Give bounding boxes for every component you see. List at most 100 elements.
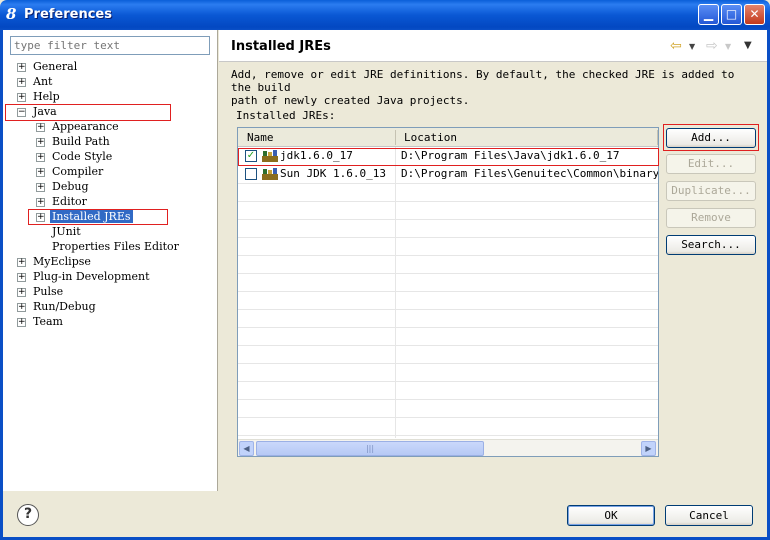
duplicate-button[interactable]: Duplicate... bbox=[666, 181, 756, 201]
row-gridline bbox=[238, 345, 658, 346]
edit-button-label: Edit... bbox=[687, 157, 735, 170]
tree-item-label: Build Path bbox=[52, 135, 110, 148]
expand-icon[interactable]: + bbox=[17, 258, 26, 267]
maximize-icon: □ bbox=[725, 7, 738, 21]
expand-icon[interactable]: + bbox=[17, 318, 26, 327]
row-gridline bbox=[238, 309, 658, 310]
expand-icon[interactable]: + bbox=[17, 63, 26, 72]
app-icon: 8 bbox=[6, 5, 17, 23]
jre-name: Sun JDK 1.6.0_13 bbox=[280, 167, 386, 180]
row-gridline bbox=[238, 237, 658, 238]
back-arrow-icon[interactable]: ⇦ bbox=[670, 38, 682, 54]
scroll-right-icon[interactable]: ▶ bbox=[641, 441, 656, 456]
expand-icon[interactable]: + bbox=[17, 273, 26, 282]
page-title: Installed JREs bbox=[231, 39, 331, 54]
tree-item-label: General bbox=[33, 60, 78, 73]
table-header: Name Location bbox=[238, 128, 658, 147]
window-title: Preferences bbox=[24, 7, 112, 22]
row-gridline bbox=[238, 399, 658, 400]
preferences-tree-pane: + General + Ant + Help − Java + Appearan… bbox=[3, 30, 218, 491]
back-dropdown-icon[interactable]: ▼ bbox=[689, 42, 695, 51]
tree-item-label: Ant bbox=[33, 75, 53, 88]
page-description: Add, remove or edit JRE definitions. By … bbox=[231, 68, 759, 107]
highlight-box-jdk-row bbox=[238, 148, 659, 166]
row-gridline bbox=[238, 183, 658, 184]
highlight-box-add bbox=[663, 124, 759, 151]
expand-icon[interactable]: + bbox=[17, 78, 26, 87]
expand-icon[interactable]: + bbox=[36, 168, 45, 177]
scroll-left-icon[interactable]: ◀ bbox=[239, 441, 254, 456]
forward-arrow-icon[interactable]: ⇨ bbox=[706, 38, 718, 54]
jre-library-icon bbox=[262, 168, 278, 180]
tree-item-label: Help bbox=[33, 90, 60, 103]
installed-jres-label: Installed JREs: bbox=[236, 109, 336, 122]
installed-jres-table[interactable]: Name Location ✓ jdk1.6.0_17 D:\Program F… bbox=[237, 127, 659, 457]
help-icon[interactable]: ? bbox=[17, 504, 39, 526]
expand-icon[interactable]: + bbox=[17, 93, 26, 102]
cancel-button-label: Cancel bbox=[689, 509, 729, 522]
close-button[interactable]: ✕ bbox=[744, 4, 765, 25]
expand-icon[interactable]: + bbox=[17, 288, 26, 297]
title-bar[interactable]: 8 Preferences ▁ □ ✕ bbox=[0, 0, 770, 30]
row-gridline bbox=[238, 327, 658, 328]
description-line: path of newly created Java projects. bbox=[231, 94, 470, 107]
column-header-name[interactable]: Name bbox=[247, 131, 274, 144]
row-gridline bbox=[238, 291, 658, 292]
expand-icon[interactable]: + bbox=[36, 153, 45, 162]
close-icon: ✕ bbox=[749, 7, 760, 21]
page-header: Installed JREs ⇦ ▼ ⇨ ▼ ▼ bbox=[219, 30, 767, 62]
view-menu-icon[interactable]: ▼ bbox=[744, 40, 752, 51]
edit-button[interactable]: Edit... bbox=[666, 154, 756, 174]
tree-item-label: MyEclipse bbox=[33, 255, 91, 268]
jre-location: D:\Program Files\Genuitec\Common\binary\… bbox=[401, 167, 659, 180]
duplicate-button-label: Duplicate... bbox=[671, 184, 751, 197]
tree-item-label: Compiler bbox=[52, 165, 104, 178]
description-line: Add, remove or edit JRE definitions. By … bbox=[231, 68, 735, 94]
expand-icon[interactable]: + bbox=[36, 183, 45, 192]
table-row[interactable]: Sun JDK 1.6.0_13 D:\Program Files\Genuit… bbox=[238, 165, 658, 183]
tree-item-label: Editor bbox=[52, 195, 87, 208]
minimize-button[interactable]: ▁ bbox=[698, 4, 719, 25]
forward-dropdown-icon[interactable]: ▼ bbox=[725, 42, 731, 51]
tree-item-label: JUnit bbox=[52, 225, 81, 238]
ok-button[interactable]: OK bbox=[567, 505, 655, 526]
row-gridline bbox=[238, 219, 658, 220]
minimize-icon: ▁ bbox=[703, 7, 714, 21]
cancel-button[interactable]: Cancel bbox=[665, 505, 753, 526]
horizontal-scrollbar[interactable]: ◀ ||| ▶ bbox=[238, 439, 658, 456]
row-gridline bbox=[238, 201, 658, 202]
jre-checkbox[interactable] bbox=[245, 168, 257, 180]
tree-item-label: Properties Files Editor bbox=[52, 240, 179, 253]
scroll-thumb[interactable]: ||| bbox=[256, 441, 484, 456]
tree-item-label: Debug bbox=[52, 180, 89, 193]
tree-item-label: Run/Debug bbox=[33, 300, 96, 313]
expand-icon[interactable]: + bbox=[36, 138, 45, 147]
row-gridline bbox=[238, 273, 658, 274]
tree-item-label: Code Style bbox=[52, 150, 113, 163]
tree-item-label: Pulse bbox=[33, 285, 64, 298]
row-gridline bbox=[238, 363, 658, 364]
row-gridline bbox=[238, 417, 658, 418]
search-button-label: Search... bbox=[681, 238, 741, 251]
expand-icon[interactable]: + bbox=[17, 303, 26, 312]
column-divider bbox=[657, 130, 658, 145]
row-gridline bbox=[238, 381, 658, 382]
expand-icon[interactable]: + bbox=[36, 198, 45, 207]
remove-button[interactable]: Remove bbox=[666, 208, 756, 228]
column-gridline bbox=[395, 147, 396, 438]
search-button[interactable]: Search... bbox=[666, 235, 756, 255]
tree-item-label: Appearance bbox=[52, 120, 119, 133]
maximize-button[interactable]: □ bbox=[721, 4, 742, 25]
tree-item-label: Plug-in Development bbox=[33, 270, 150, 283]
column-header-location[interactable]: Location bbox=[404, 131, 457, 144]
highlight-box-java bbox=[5, 104, 171, 121]
expand-icon[interactable]: + bbox=[36, 123, 45, 132]
row-gridline bbox=[238, 255, 658, 256]
remove-button-label: Remove bbox=[691, 211, 731, 224]
highlight-box-installed-jres bbox=[28, 209, 168, 225]
tree-item-label: Team bbox=[33, 315, 63, 328]
ok-button-label: OK bbox=[604, 509, 618, 522]
column-divider[interactable] bbox=[395, 130, 396, 145]
row-gridline bbox=[238, 435, 658, 436]
filter-input[interactable] bbox=[10, 36, 210, 55]
